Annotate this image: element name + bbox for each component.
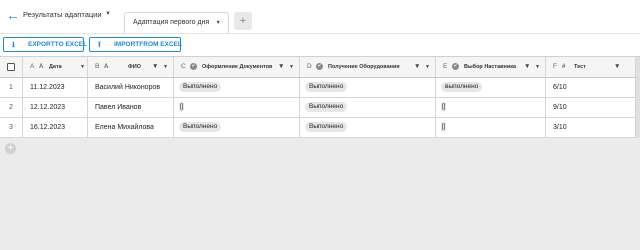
upload-icon: ⭱ <box>98 40 101 49</box>
filter-icon[interactable]: ▼ <box>152 57 158 77</box>
chevron-down-icon[interactable]: ▼ <box>216 20 221 26</box>
cell-equipment[interactable]: Выполнено <box>300 98 436 117</box>
add-tab-button[interactable]: + <box>234 12 252 30</box>
select-all-checkbox[interactable] <box>7 62 15 71</box>
tab-adaptation-first-day[interactable]: Адаптация первого дня ▼ <box>124 12 229 33</box>
cell-mentor[interactable]: [] <box>436 98 546 117</box>
column-label: Дата <box>49 64 62 70</box>
cell-documents[interactable]: [] <box>174 98 300 117</box>
select-all-cell <box>0 57 23 77</box>
chevron-down-icon[interactable]: ▼ <box>289 57 294 77</box>
column-header-test[interactable]: F # Тест ▼ <box>546 57 636 77</box>
cell-fio[interactable]: Елена Михайлова <box>88 118 174 137</box>
column-header-equipment[interactable]: D ✓ Получение Оборудования ▼ ▼ <box>300 57 436 77</box>
checkmark-circle-icon: ✓ <box>452 62 459 70</box>
cell-test[interactable]: 6/10 <box>546 78 636 97</box>
table-row[interactable]: 2 12.12.2023 Павел Иванов [] Выполнено [… <box>0 98 636 118</box>
filter-icon[interactable]: ▼ <box>524 57 530 77</box>
cell-fio[interactable]: Василий Никоноров <box>88 78 174 97</box>
column-letter: C <box>181 63 186 70</box>
chevron-down-icon[interactable]: ▼ <box>425 57 430 77</box>
cell-date[interactable]: 11.12.2023 <box>23 78 88 97</box>
vertical-scrollbar[interactable] <box>636 57 640 138</box>
hash-icon: # <box>562 64 566 70</box>
cell-test[interactable]: 9/10 <box>546 98 636 117</box>
column-label: Тест <box>574 64 586 70</box>
checkmark-circle-icon: ✓ <box>316 62 323 70</box>
row-number: 1 <box>0 78 23 97</box>
back-arrow-icon[interactable]: ← <box>6 8 20 22</box>
top-bar: ← Результаты адаптации ▼ Адаптация перво… <box>0 0 640 33</box>
chevron-down-icon[interactable]: ▼ <box>80 57 85 77</box>
import-from-excel-button[interactable]: ⭱ IMPORTFROM EXCEL <box>89 37 182 52</box>
column-letter: F <box>553 63 557 70</box>
cell-fio[interactable]: Павел Иванов <box>88 98 174 117</box>
column-letter: D <box>307 63 312 70</box>
cell-documents[interactable]: Выполнено <box>174 118 300 137</box>
export-to-excel-button[interactable]: ⭳ EXPORTTO EXCEL <box>3 37 88 52</box>
status-chip: Выполнено <box>179 122 222 133</box>
import-label: IMPORTFROM EXCEL <box>114 41 182 48</box>
data-grid: A A Дата ▼ B A ФИО ▼ ▼ C ✓ Оформление До… <box>0 56 640 138</box>
table-row[interactable]: 3 16.12.2023 Елена Михайлова Выполнено В… <box>0 118 636 138</box>
cell-date[interactable]: 12.12.2023 <box>23 98 88 117</box>
column-header-fio[interactable]: B A ФИО ▼ ▼ <box>88 57 174 77</box>
download-icon: ⭳ <box>12 40 15 49</box>
column-header-mentor[interactable]: E ✓ Выбор Наставника ▼ ▼ <box>436 57 546 77</box>
filter-icon[interactable]: ▼ <box>278 57 284 77</box>
cell-test[interactable]: 3/10 <box>546 118 636 137</box>
checkmark-circle-icon: ✓ <box>190 62 197 70</box>
column-label: Выбор Наставника <box>464 64 517 70</box>
chevron-down-icon[interactable]: ▼ <box>105 11 111 17</box>
filter-icon[interactable]: ▼ <box>614 57 620 77</box>
column-letter: A <box>30 63 35 70</box>
column-letter: B <box>95 63 100 70</box>
cell-date[interactable]: 16.12.2023 <box>23 118 88 137</box>
column-header-date[interactable]: A A Дата ▼ <box>23 57 88 77</box>
export-label: EXPORTTO EXCEL <box>28 41 88 48</box>
row-number: 2 <box>0 98 23 117</box>
cell-equipment[interactable]: Выполнено <box>300 118 436 137</box>
status-chip: Выполнено <box>179 82 222 93</box>
empty-chip: [] <box>179 102 185 113</box>
table-row[interactable]: 1 11.12.2023 Василий Никоноров Выполнено… <box>0 78 636 98</box>
column-letter: E <box>443 63 448 70</box>
cell-mentor[interactable]: выполнено <box>436 78 546 97</box>
toolbar: ⭳ EXPORTTO EXCEL ⭱ IMPORTFROM EXCEL <box>0 33 640 56</box>
chevron-down-icon[interactable]: ▼ <box>535 57 540 77</box>
tab-label: Адаптация первого дня <box>133 19 210 26</box>
status-chip: Выполнено <box>305 102 348 113</box>
text-type-icon: A <box>104 64 109 70</box>
cell-documents[interactable]: Выполнено <box>174 78 300 97</box>
chevron-down-icon[interactable]: ▼ <box>163 57 168 77</box>
column-label: Получение Оборудования <box>328 64 400 70</box>
empty-chip: [] <box>441 122 447 133</box>
column-label: Оформление Документов <box>202 64 273 70</box>
status-chip: выполнено <box>441 82 483 93</box>
add-row-icon[interactable]: + <box>5 143 16 154</box>
cell-mentor[interactable]: [] <box>436 118 546 137</box>
view-title[interactable]: Результаты адаптации <box>23 10 102 19</box>
column-header-documents[interactable]: C ✓ Оформление Документов ▼ ▼ <box>174 57 300 77</box>
status-chip: Выполнено <box>305 122 348 133</box>
empty-chip: [] <box>441 102 447 113</box>
column-label: ФИО <box>128 64 141 70</box>
filter-icon[interactable]: ▼ <box>414 57 420 77</box>
status-chip: Выполнено <box>305 82 348 93</box>
row-number: 3 <box>0 118 23 137</box>
grid-header-row: A A Дата ▼ B A ФИО ▼ ▼ C ✓ Оформление До… <box>0 57 636 78</box>
text-type-icon: A <box>39 64 44 70</box>
cell-equipment[interactable]: Выполнено <box>300 78 436 97</box>
